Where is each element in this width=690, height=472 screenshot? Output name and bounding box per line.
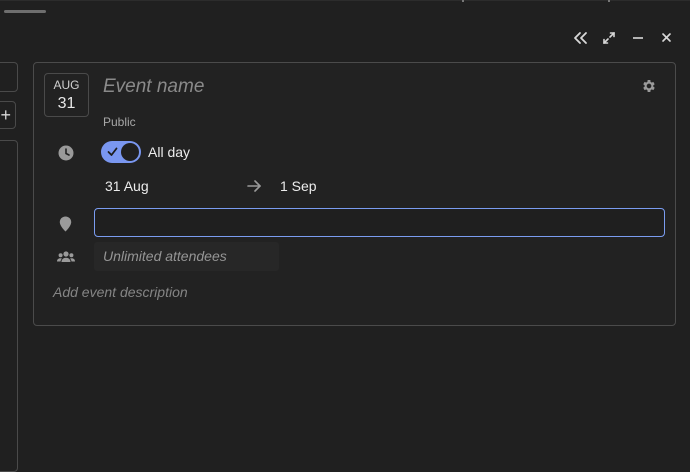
end-date[interactable]: 1 Sep [280,178,317,194]
plus-icon: + [0,105,11,125]
drag-handle[interactable] [4,10,46,13]
date-day: 31 [57,95,76,112]
sidebar-add-button[interactable]: + [0,101,16,129]
top-border [0,0,690,1]
minimize-icon [632,36,643,39]
close-icon [662,33,671,42]
attendees-field[interactable]: Unlimited attendees [94,242,279,271]
location-pin-icon [59,216,72,237]
settings-button[interactable] [641,78,657,99]
all-day-toggle[interactable] [101,141,141,163]
arrow-right-icon [246,179,262,198]
sidebar-panel [0,140,18,472]
double-chevron-left-icon [573,31,587,44]
event-name-input[interactable]: Event name [103,76,204,98]
check-icon [107,147,118,156]
visibility-label[interactable]: Public [103,115,136,129]
toggle-knob [121,143,139,161]
description-field[interactable]: Add event description [53,284,188,300]
start-date[interactable]: 31 Aug [105,178,149,194]
top-edge-mark [608,0,610,2]
expand-arrows-icon [602,31,615,44]
clock-icon [58,145,74,166]
date-month: AUG [53,78,80,92]
top-edge-mark [462,0,464,2]
attendees-icon [57,250,75,269]
date-badge: AUG 31 [44,73,89,117]
event-card: AUG 31 Event name Public All day 31 Aug … [33,62,676,326]
collapse-button[interactable] [570,28,589,47]
minimize-button[interactable] [628,28,647,47]
sidebar-field[interactable] [0,62,18,92]
expand-button[interactable] [599,28,618,47]
all-day-label: All day [148,144,191,160]
window-controls [570,28,676,47]
gear-icon [643,80,655,92]
close-button[interactable] [657,28,676,47]
location-input[interactable] [94,208,665,237]
